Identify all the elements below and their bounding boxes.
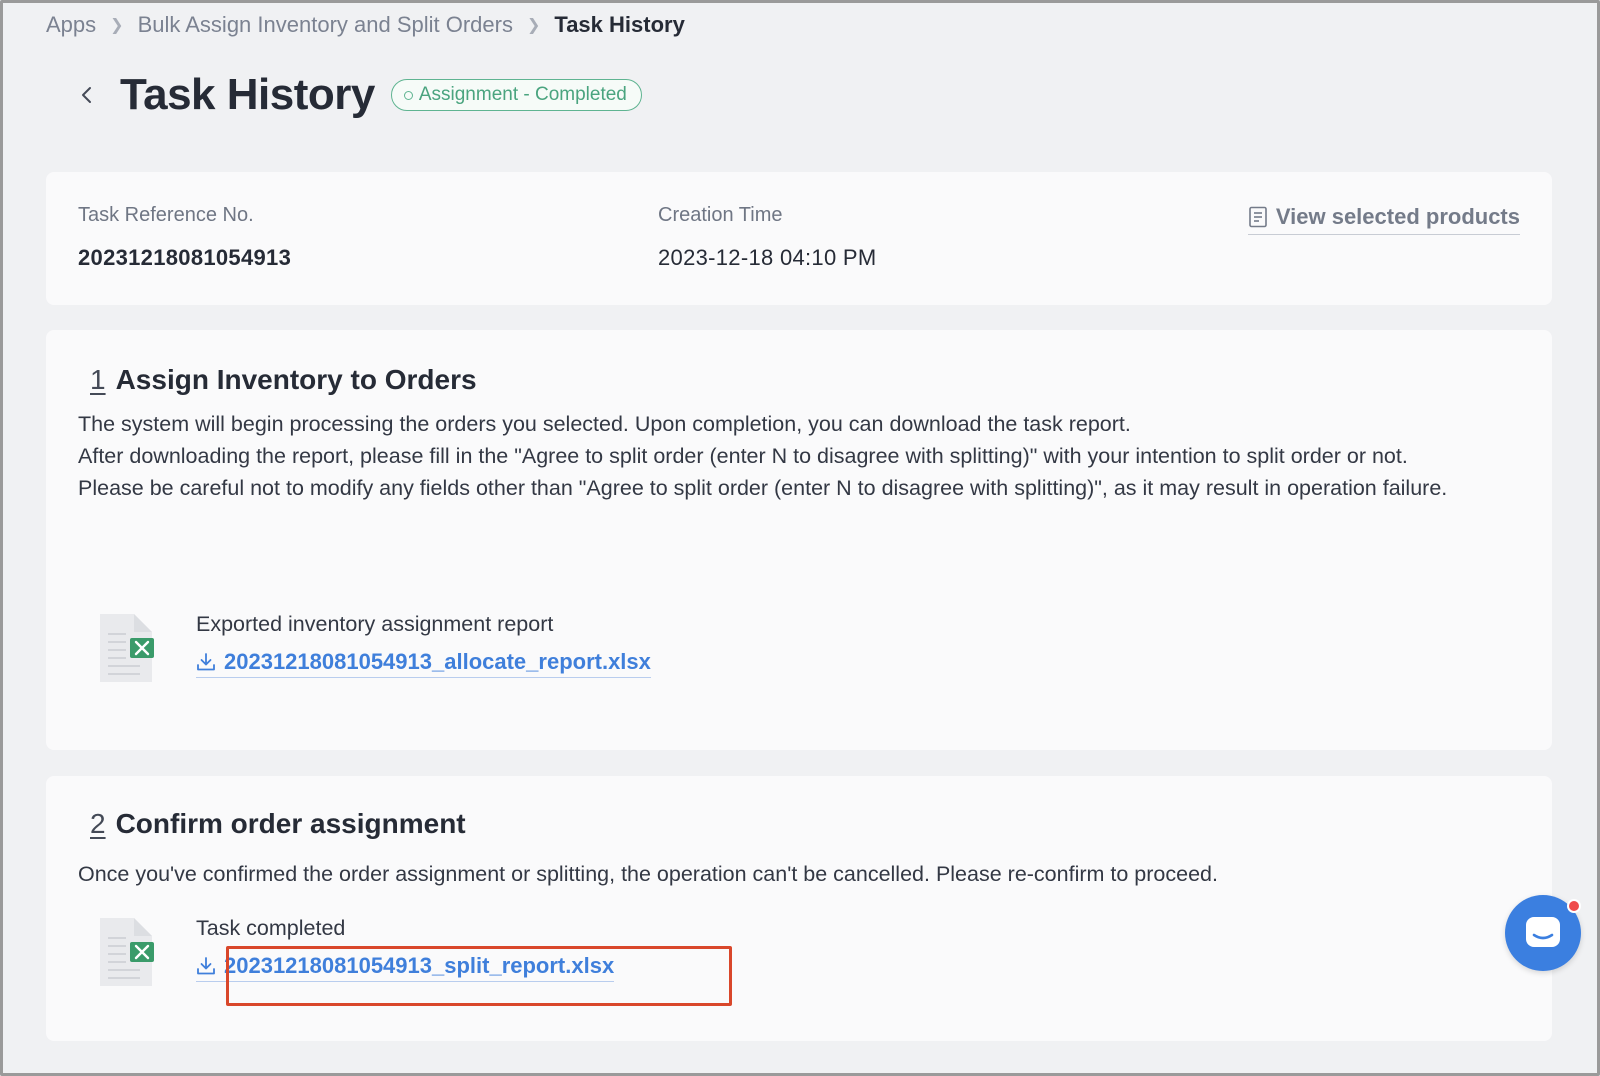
breadcrumb-current: Task History (554, 12, 685, 37)
creation-time-value: 2023-12-18 04:10 PM (658, 245, 877, 270)
status-badge: Assignment - Completed (390, 79, 642, 111)
step-2-card: 2 Confirm order assignment Once you've c… (46, 776, 1552, 1041)
allocate-report-caption: Exported inventory assignment report (196, 612, 554, 636)
creation-time-block: Creation Time 2023-12-18 04:10 PM (658, 204, 877, 271)
allocate-report-meta: Exported inventory assignment report 202… (196, 612, 651, 678)
breadcrumb-bulk-assign[interactable]: Bulk Assign Inventory and Split Orders (138, 12, 513, 38)
page-title: Task History (120, 70, 375, 119)
step-1-number: 1 (90, 364, 106, 395)
step-1-line-2: After downloading the report, please fil… (78, 444, 1408, 468)
download-icon (197, 957, 215, 975)
highlight-box (226, 946, 732, 1006)
chevron-right-icon: ❯ (526, 17, 541, 34)
creation-time-label: Creation Time (658, 204, 783, 226)
allocate-report-block: Exported inventory assignment report 202… (96, 612, 651, 684)
step-2-description: Once you've confirmed the order assignme… (78, 862, 1218, 886)
step-2-number: 2 (90, 808, 106, 839)
excel-file-icon (96, 916, 156, 988)
task-ref-block: Task Reference No. 20231218081054913 (78, 204, 291, 271)
chevron-left-icon (82, 87, 91, 103)
breadcrumb-apps[interactable]: Apps (46, 12, 96, 38)
status-dot-icon (403, 90, 413, 100)
step-1-heading: Assign Inventory to Orders (115, 364, 477, 395)
step-1-description: The system will begin processing the ord… (78, 408, 1528, 504)
task-info-card: Task Reference No. 20231218081054913 Cre… (46, 172, 1552, 305)
step-1-line-3: Please be careful not to modify any fiel… (78, 476, 1448, 500)
task-ref-value: 20231218081054913 (78, 245, 292, 270)
view-selected-products-label: View selected products (1275, 204, 1520, 229)
task-ref-label: Task Reference No. (78, 204, 254, 226)
chat-launcher-button[interactable] (1505, 895, 1581, 971)
back-button[interactable] (72, 75, 102, 115)
download-icon (197, 653, 215, 671)
excel-file-icon (96, 612, 156, 684)
chat-icon (1526, 917, 1560, 947)
title-row: Task History Assignment - Completed (72, 70, 642, 120)
breadcrumb: Apps ❯ Bulk Assign Inventory and Split O… (46, 12, 685, 38)
split-report-caption: Task completed (196, 916, 346, 940)
step-1-card: 1 Assign Inventory to Orders The system … (46, 330, 1552, 750)
view-selected-products-link[interactable]: View selected products (1247, 204, 1520, 235)
step-2-title: 2 Confirm order assignment (86, 808, 466, 840)
step-1-line-1: The system will begin processing the ord… (78, 412, 1131, 436)
document-list-icon (1249, 206, 1267, 228)
chevron-right-icon: ❯ (110, 17, 124, 34)
allocate-report-download-link[interactable]: 20231218081054913_allocate_report.xlsx (196, 649, 651, 678)
allocate-report-filename: 20231218081054913_allocate_report.xlsx (224, 649, 651, 674)
step-1-title: 1 Assign Inventory to Orders (86, 364, 477, 396)
status-label: Assignment - Completed (418, 84, 627, 105)
notification-dot (1567, 899, 1581, 913)
step-2-heading: Confirm order assignment (115, 808, 466, 839)
